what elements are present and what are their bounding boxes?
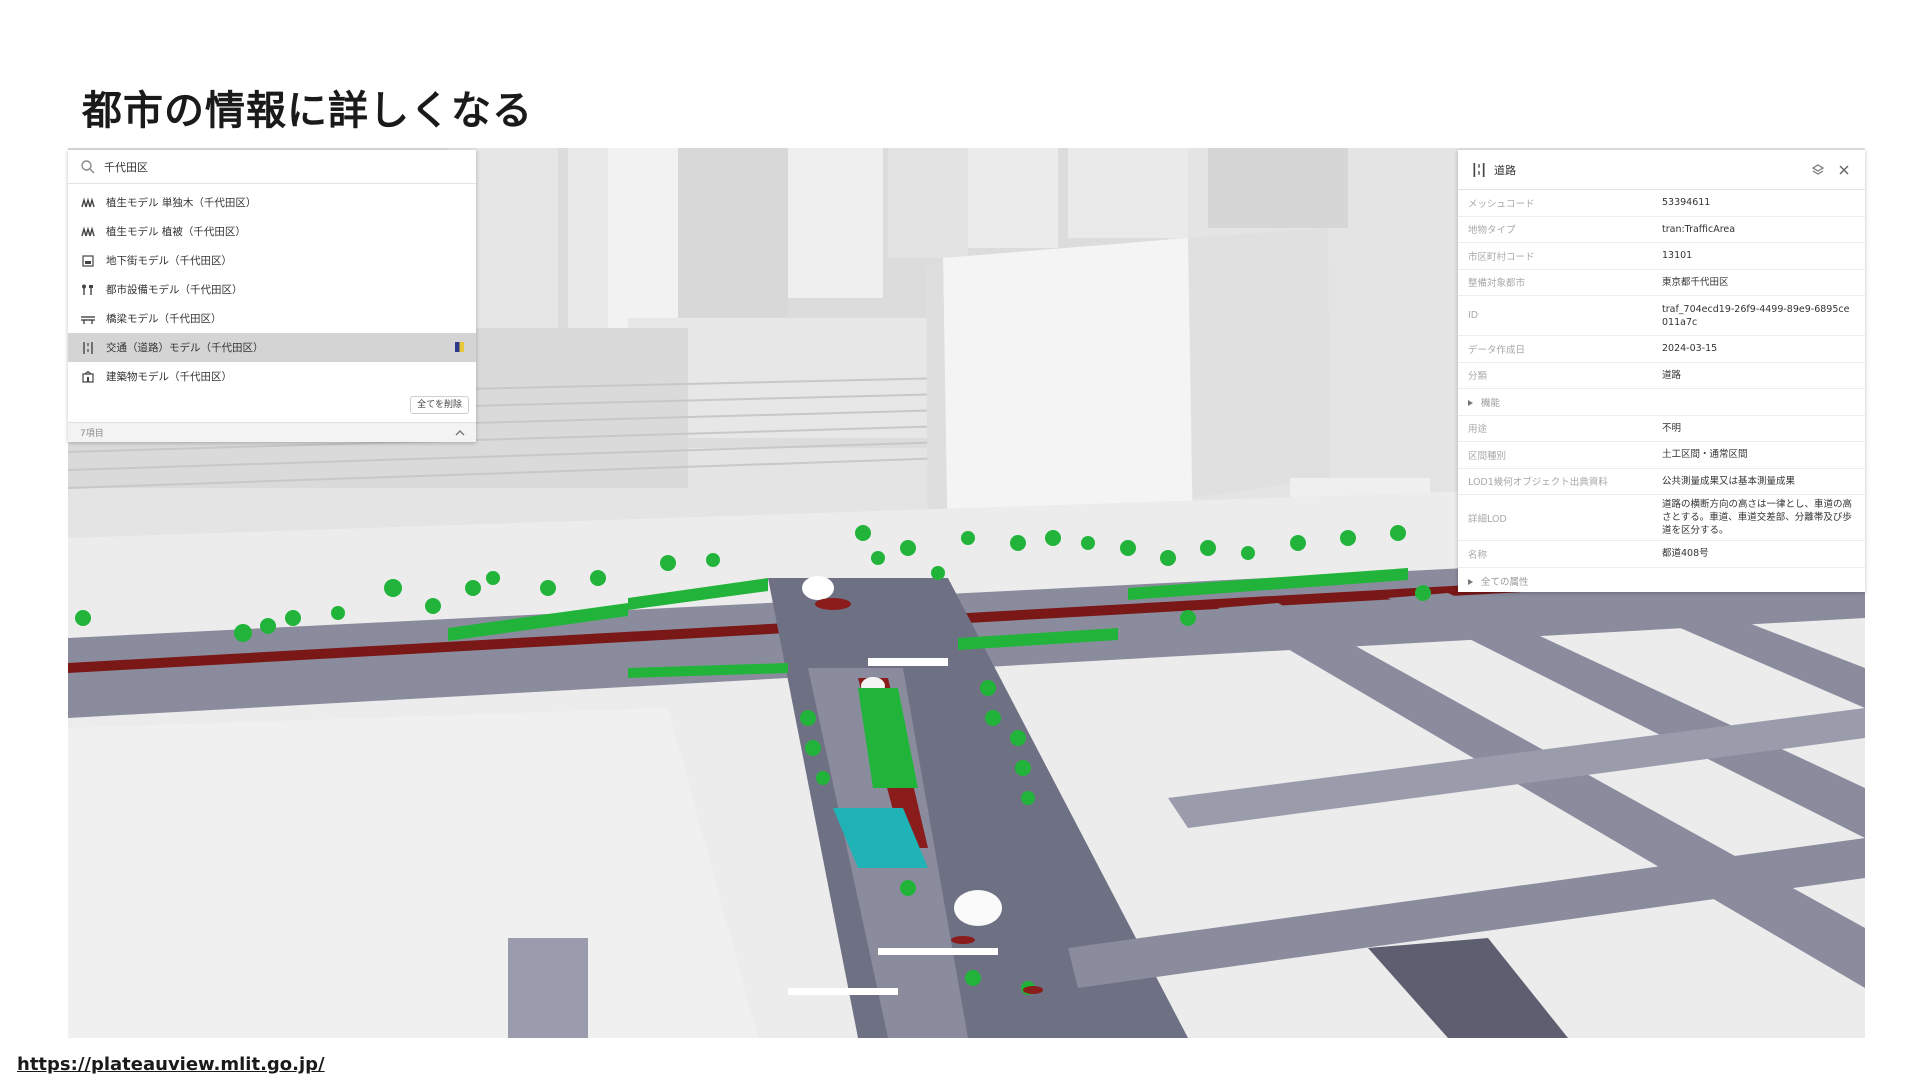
- layer-item-label: 植生モデル 単独木（千代田区）: [106, 197, 257, 209]
- prop-row-city-code: 市区町村コード 13101: [1458, 243, 1865, 270]
- layer-color-badge: [455, 342, 464, 352]
- layer-item-label: 橋梁モデル（千代田区）: [106, 313, 222, 325]
- remove-all-button[interactable]: 全てを削除: [410, 396, 469, 414]
- prop-value: 53394611: [1662, 197, 1711, 209]
- prop-key: 名称: [1468, 549, 1488, 561]
- prop-key: LOD1幾何オブジェクト出典資料: [1468, 477, 1608, 489]
- panel-footer[interactable]: 7項目: [68, 422, 476, 442]
- prop-row-name: 名称 都道408号: [1458, 541, 1865, 568]
- prop-value: 都道408号: [1662, 548, 1709, 560]
- prop-key: 区間種別: [1468, 450, 1507, 462]
- expand-arrow-icon: [1468, 579, 1473, 586]
- prop-value: 公共測量成果又は基本測量成果: [1662, 475, 1796, 487]
- prop-row-id: ID traf_704ecd19-26f9-4499-89e9-6895ce01…: [1458, 296, 1865, 336]
- chevron-up-icon[interactable]: [454, 427, 466, 439]
- prop-value: traf_704ecd19-26f9-4499-89e9-6895ce011a7…: [1662, 303, 1850, 328]
- prop-row-class: 分類 道路: [1458, 363, 1865, 389]
- toggle-label: 全ての属性: [1481, 576, 1529, 588]
- prop-key: 全ての属性: [1458, 574, 1662, 588]
- road-icon: [80, 341, 96, 355]
- prop-row-mesh-code: メッシュコード 53394611: [1458, 190, 1865, 217]
- building-icon: [80, 370, 96, 384]
- toggle-label: 機能: [1481, 397, 1501, 409]
- road-icon: [1473, 162, 1485, 177]
- prop-key: 用途: [1468, 424, 1488, 436]
- close-icon[interactable]: [1837, 163, 1851, 177]
- layer-item-vegetation-cover[interactable]: 植生モデル 植被（千代田区）: [68, 217, 476, 246]
- layer-item-underground-mall[interactable]: 地下街モデル（千代田区）: [68, 246, 476, 275]
- layer-item-label: 都市設備モデル（千代田区）: [106, 284, 243, 296]
- prop-row-detail-lod: 詳細LOD 道路の横断方向の高さは一律とし、車道の高さとする。車道、車道交差部、…: [1458, 495, 1865, 541]
- tree-icon: [80, 196, 96, 210]
- search-bar: [68, 150, 476, 184]
- source-link[interactable]: https://plateauview.mlit.go.jp/: [17, 1054, 325, 1075]
- prop-value: 不明: [1662, 422, 1682, 434]
- layer-item-road[interactable]: 交通（道路）モデル（千代田区）: [68, 333, 476, 362]
- prop-key: 詳細LOD: [1468, 513, 1507, 525]
- prop-key: メッシュコード: [1468, 198, 1535, 210]
- inspector-header: 道路: [1458, 150, 1865, 190]
- tree-icon: [80, 225, 96, 239]
- prop-key: ID: [1468, 310, 1479, 321]
- layer-item-city-furniture[interactable]: 都市設備モデル（千代田区）: [68, 275, 476, 304]
- layer-item-label: 地下街モデル（千代田区）: [106, 255, 232, 267]
- layers-icon[interactable]: [1811, 163, 1825, 177]
- prop-key: 機能: [1458, 395, 1662, 409]
- prop-key: 整備対象都市: [1468, 278, 1526, 290]
- feature-inspector-panel: 道路 メッシュコード 53394611 地物タイプ tran:TrafficAr…: [1458, 150, 1865, 592]
- prop-row-feature-type: 地物タイプ tran:TrafficArea: [1458, 217, 1865, 243]
- prop-value: 13101: [1662, 250, 1693, 262]
- prop-row-lod1-source: LOD1幾何オブジェクト出典資料 公共測量成果又は基本測量成果: [1458, 469, 1865, 495]
- inspector-title: 道路: [1494, 163, 1516, 177]
- facility-icon: [80, 283, 96, 297]
- layer-list: 植生モデル 単独木（千代田区） 植生モデル 植被（千代田区） 地下街モデル（千代…: [68, 184, 476, 391]
- layer-item-vegetation-single-tree[interactable]: 植生モデル 単独木（千代田区）: [68, 188, 476, 217]
- prop-value: 2024-03-15: [1662, 343, 1718, 355]
- layer-item-label: 交通（道路）モデル（千代田区）: [106, 342, 264, 354]
- layer-search-panel: 植生モデル 単独木（千代田区） 植生モデル 植被（千代田区） 地下街モデル（千代…: [68, 150, 476, 442]
- bridge-icon: [80, 312, 96, 326]
- search-icon: [81, 159, 95, 173]
- prop-row-section-type: 区間種別 土工区間・通常区間: [1458, 442, 1865, 469]
- layer-item-label: 植生モデル 植被（千代田区）: [106, 226, 246, 238]
- prop-value: 東京都千代田区: [1662, 276, 1729, 288]
- layer-item-bridge[interactable]: 橋梁モデル（千代田区）: [68, 304, 476, 333]
- item-count: 7項目: [80, 429, 104, 439]
- search-input[interactable]: [104, 160, 404, 173]
- prop-row-created-date: データ作成日 2024-03-15: [1458, 336, 1865, 363]
- expand-arrow-icon: [1468, 400, 1473, 407]
- prop-row-function-toggle[interactable]: 機能: [1458, 389, 1865, 416]
- prop-row-usage: 用途 不明: [1458, 416, 1865, 442]
- prop-value: 道路の横断方向の高さは一律とし、車道の高さとする。車道、車道交差部、分離帯及び歩…: [1662, 499, 1853, 536]
- layer-item-building[interactable]: 建築物モデル（千代田区）: [68, 362, 476, 391]
- prop-value: tran:TrafficArea: [1662, 223, 1736, 235]
- prop-key: データ作成日: [1468, 344, 1526, 356]
- prop-key: 分類: [1468, 371, 1488, 383]
- prop-key: 市区町村コード: [1468, 251, 1535, 263]
- prop-value: 土工区間・通常区間: [1662, 449, 1748, 461]
- underground-icon: [80, 254, 96, 268]
- slide-title: 都市の情報に詳しくなる: [82, 88, 533, 134]
- prop-row-all-attributes-toggle[interactable]: 全ての属性: [1458, 568, 1865, 595]
- layer-item-label: 建築物モデル（千代田区）: [106, 371, 232, 383]
- prop-row-target-city: 整備対象都市 東京都千代田区: [1458, 270, 1865, 296]
- prop-value: 道路: [1662, 369, 1682, 381]
- prop-key: 地物タイプ: [1468, 225, 1516, 237]
